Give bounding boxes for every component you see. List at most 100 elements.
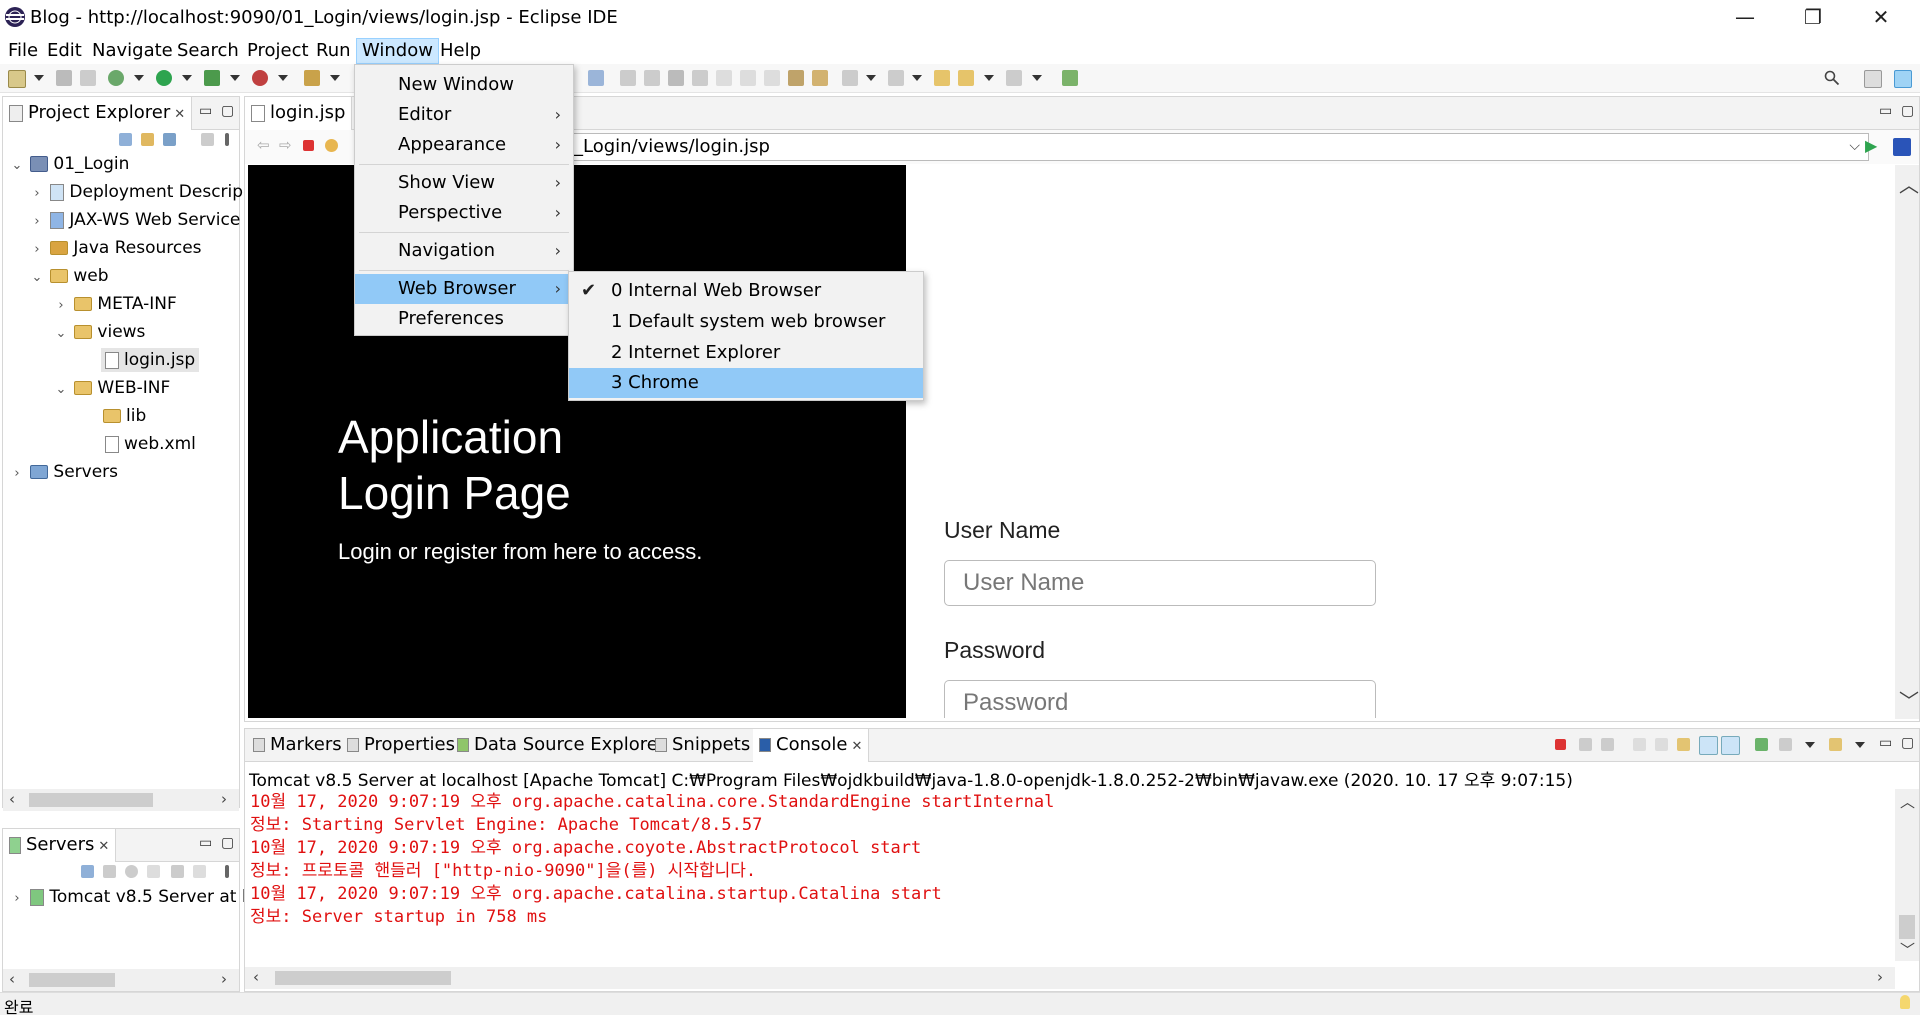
tree-item-servers[interactable]: › Servers	[9, 460, 118, 484]
chevron-down-icon[interactable]	[984, 75, 994, 81]
scroll-left-icon[interactable]: ‹	[9, 970, 15, 988]
tree-item-java-resources[interactable]: › Java Resources	[29, 236, 201, 262]
menu-item-navigation[interactable]: Navigation ›	[355, 236, 573, 266]
maximize-view-icon[interactable]: ▢	[221, 103, 234, 119]
toggle-mark-icon[interactable]	[788, 70, 804, 86]
horizontal-scrollbar[interactable]: ‹ ›	[3, 789, 239, 811]
back-icon[interactable]	[958, 70, 974, 86]
annotation-icon[interactable]	[812, 70, 828, 86]
menu-item-perspective[interactable]: Perspective ›	[355, 198, 573, 228]
expand-icon[interactable]: ›	[53, 294, 69, 318]
scroll-up-icon[interactable]: ︿	[1899, 169, 1919, 198]
view-menu-icon[interactable]	[225, 133, 229, 146]
menu-item-default-system-browser[interactable]: 1 Default system web browser	[569, 307, 923, 337]
minimize-view-icon[interactable]: ▭	[199, 103, 212, 119]
chevron-down-icon[interactable]	[866, 75, 876, 81]
scrollbar-thumb[interactable]	[1899, 915, 1915, 939]
minimize-view-icon[interactable]: ▭	[199, 835, 212, 851]
menu-item-appearance[interactable]: Appearance ›	[355, 130, 573, 160]
vertical-scrollbar[interactable]: ︿ ﹀	[1895, 165, 1919, 719]
link-with-editor-icon[interactable]	[141, 133, 154, 146]
expand-icon[interactable]: ›	[9, 462, 25, 486]
chevron-down-icon[interactable]	[34, 75, 44, 81]
scroll-right-icon[interactable]: ›	[221, 790, 227, 808]
tab-markers[interactable]: Markers	[247, 729, 348, 761]
tree-item-project[interactable]: ⌄ 01_Login	[9, 152, 130, 178]
tab-data-source-explorer[interactable]: Data Source Explorer	[451, 729, 671, 761]
chevron-down-icon[interactable]	[134, 75, 144, 81]
menu-item-preferences[interactable]: Preferences	[355, 304, 573, 334]
menu-item-show-view[interactable]: Show View ›	[355, 168, 573, 198]
scroll-left-icon[interactable]: ‹	[253, 968, 259, 986]
menu-window[interactable]: Window	[356, 38, 439, 64]
tree-item-jax-ws[interactable]: › JAX-WS Web Service	[29, 208, 240, 232]
scroll-left-icon[interactable]: ‹	[9, 790, 15, 808]
refresh-icon[interactable]	[325, 139, 338, 152]
chevron-down-icon[interactable]	[278, 75, 288, 81]
collapse-all-icon[interactable]	[81, 865, 94, 878]
expand-icon[interactable]: ⌄	[9, 154, 25, 178]
expand-icon[interactable]: ›	[29, 210, 45, 234]
tree-item-deployment-descriptor[interactable]: › Deployment Descrip	[29, 180, 243, 204]
pin-editor-icon[interactable]	[1062, 70, 1078, 86]
open-perspective-icon[interactable]	[1864, 70, 1882, 88]
toggle-icon[interactable]	[588, 70, 604, 86]
last-edit-icon[interactable]	[934, 70, 950, 86]
menu-item-internet-explorer[interactable]: 2 Internet Explorer	[569, 338, 923, 368]
tab-login-jsp[interactable]: login.jsp	[245, 97, 353, 130]
tree-item-meta-inf[interactable]: › META-INF	[53, 292, 176, 318]
scroll-right-icon[interactable]: ›	[221, 970, 227, 988]
next-annotation-icon[interactable]	[842, 70, 858, 86]
stop-icon[interactable]	[303, 140, 314, 151]
scroll-down-icon[interactable]: ﹀	[1900, 939, 1915, 960]
scrollbar-thumb[interactable]	[29, 793, 153, 807]
menu-item-web-browser[interactable]: Web Browser ›	[355, 274, 573, 304]
focus-icon[interactable]	[201, 133, 214, 146]
password-input[interactable]: Password	[944, 680, 1376, 718]
external-tools-icon[interactable]	[252, 70, 268, 86]
close-icon[interactable]: ✕	[174, 107, 185, 122]
step-icon[interactable]	[620, 70, 636, 86]
restore-button[interactable]: ❐	[1784, 0, 1842, 36]
step-over-icon[interactable]	[740, 70, 756, 86]
back-icon[interactable]: ⇦	[257, 136, 270, 154]
scroll-lock-icon[interactable]	[1655, 738, 1668, 751]
word-wrap-icon[interactable]	[1677, 738, 1690, 751]
remove-launch-icon[interactable]	[1579, 738, 1592, 751]
expand-icon[interactable]: ›	[29, 238, 45, 262]
url-field[interactable]: _Login/views/login.jsp ⌵	[573, 133, 1869, 161]
previous-annotation-icon[interactable]	[888, 70, 904, 86]
expand-icon[interactable]: ›	[29, 182, 45, 206]
expand-icon[interactable]: ⌄	[53, 322, 69, 346]
tree-item-web-xml[interactable]: web.xml	[105, 432, 196, 456]
tab-properties[interactable]: Properties	[341, 729, 461, 761]
scrollbar-thumb[interactable]	[275, 971, 451, 985]
close-window-button[interactable]: ✕	[1852, 0, 1910, 36]
menu-project[interactable]: Project	[242, 39, 314, 63]
expand-icon[interactable]: ⌄	[53, 378, 69, 402]
chevron-down-icon[interactable]	[912, 75, 922, 81]
scroll-right-icon[interactable]: ›	[1877, 968, 1883, 986]
maximize-view-icon[interactable]: ▢	[221, 835, 234, 851]
menu-item-editor[interactable]: Editor ›	[355, 100, 573, 130]
chevron-down-icon[interactable]	[182, 75, 192, 81]
run-icon[interactable]	[156, 70, 172, 86]
forward-icon[interactable]: ⇨	[279, 136, 292, 154]
debug-server-icon[interactable]	[103, 865, 116, 878]
show-on-stderr-icon[interactable]	[1721, 736, 1740, 755]
scroll-up-icon[interactable]: ︿	[1900, 791, 1915, 812]
close-icon[interactable]: ✕	[98, 839, 109, 854]
save-icon[interactable]	[56, 70, 72, 86]
debug-icon[interactable]	[108, 70, 124, 86]
chevron-down-icon[interactable]	[230, 75, 240, 81]
tab-console[interactable]: Console ✕	[753, 729, 870, 762]
maximize-view-icon[interactable]: ▢	[1901, 103, 1914, 119]
scroll-down-icon[interactable]: ﹀	[1899, 685, 1919, 714]
menu-item-new-window[interactable]: New Window	[355, 70, 573, 100]
tab-project-explorer[interactable]: Project Explorer ✕	[3, 97, 193, 130]
tree-item-web-inf[interactable]: ⌄ WEB-INF	[53, 376, 171, 402]
forward-icon[interactable]	[1006, 70, 1022, 86]
start-server-icon[interactable]	[125, 865, 138, 878]
view-menu-icon[interactable]	[225, 865, 229, 878]
save-all-icon[interactable]	[80, 70, 96, 86]
